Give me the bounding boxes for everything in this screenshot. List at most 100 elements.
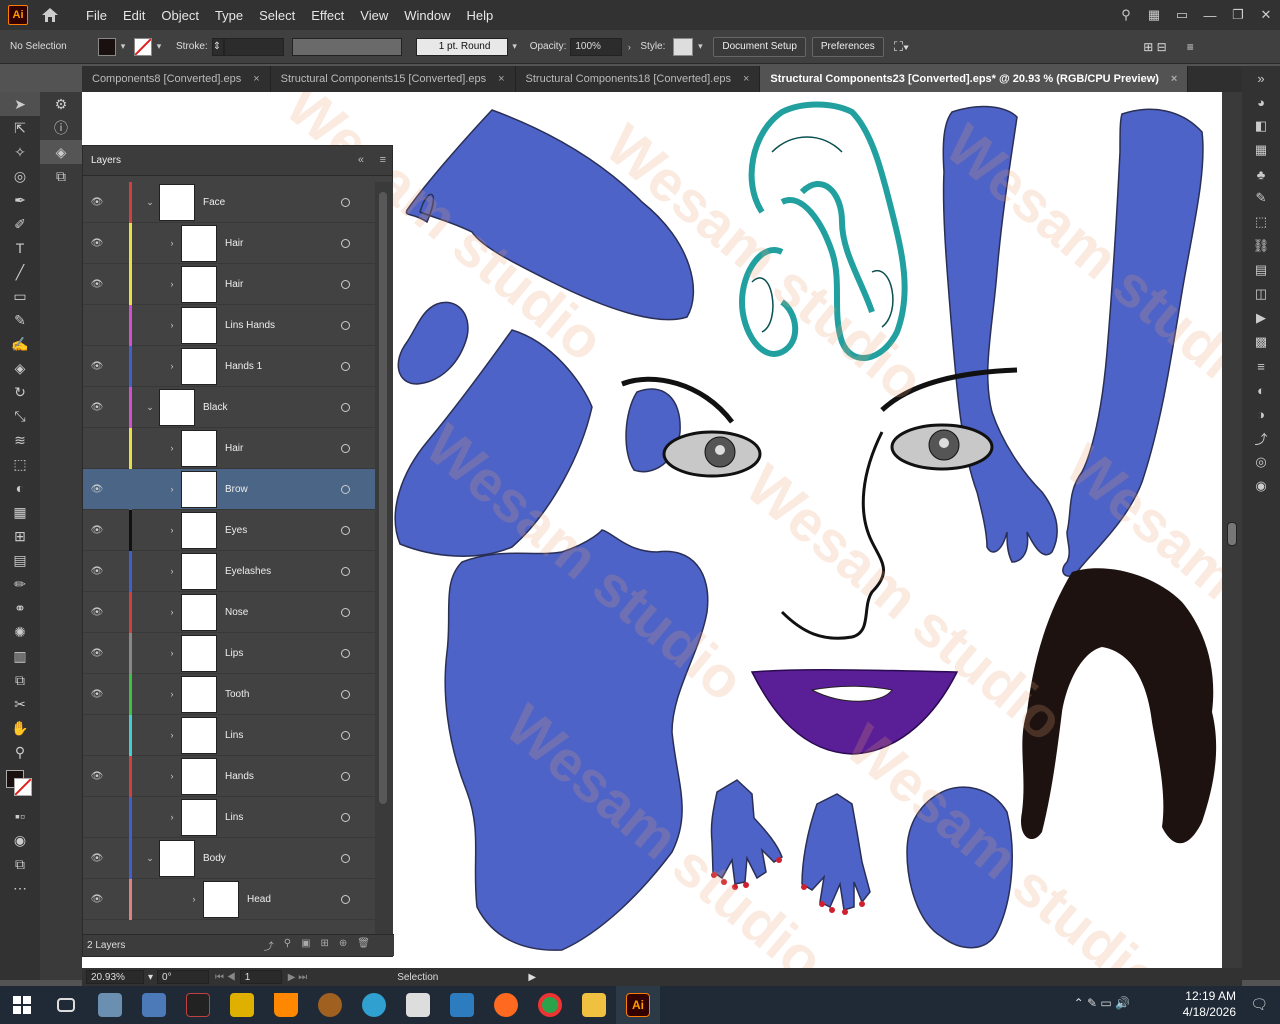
layer-row[interactable]: 👁 › Head: [83, 879, 375, 920]
expand-chevron-icon[interactable]: ›: [167, 648, 177, 658]
locate-object-icon[interactable]: ⚲: [284, 938, 291, 953]
layers-scroll-thumb[interactable]: [379, 192, 387, 804]
brush-dropdown[interactable]: ▾: [508, 38, 522, 56]
symbol-sprayer-icon[interactable]: ✺: [0, 620, 40, 644]
stroke-weight-input[interactable]: [223, 37, 284, 56]
stroke-color-icon[interactable]: [14, 778, 32, 796]
pen-tool-icon[interactable]: ✒: [0, 188, 40, 212]
column-graph-icon[interactable]: ▥: [0, 644, 40, 668]
graphic-style-swatch[interactable]: [673, 37, 694, 56]
image-trace-icon[interactable]: ◉: [1242, 474, 1280, 498]
close-window-button[interactable]: ✕: [1252, 7, 1280, 23]
next-artboard-icon[interactable]: ▶ ⏭: [288, 972, 307, 983]
menu-select[interactable]: Select: [251, 8, 303, 23]
app-icon-3[interactable]: [176, 986, 220, 1024]
close-tab-icon[interactable]: ×: [1171, 73, 1177, 85]
color-guide-icon[interactable]: ◧: [1242, 114, 1280, 138]
paintbrush-icon[interactable]: ✎: [0, 308, 40, 332]
layer-target-icon[interactable]: [341, 853, 350, 863]
eraser-icon[interactable]: ◈: [0, 356, 40, 380]
layer-row[interactable]: › Hair: [83, 428, 375, 469]
layer-row[interactable]: 👁 › Lips: [83, 633, 375, 674]
align-icon[interactable]: ⊞ ⊟: [1143, 40, 1166, 54]
blend-tool-icon[interactable]: ⚭: [0, 596, 40, 620]
layer-target-icon[interactable]: [341, 566, 350, 576]
layer-target-icon[interactable]: [341, 484, 350, 494]
app-icon-5[interactable]: [352, 986, 396, 1024]
asset-export-icon[interactable]: ⤴: [1242, 426, 1280, 450]
properties-icon[interactable]: ⚙: [40, 92, 82, 116]
style-dropdown[interactable]: ▾: [693, 38, 707, 56]
transform-icon[interactable]: ⬚: [1242, 210, 1280, 234]
visibility-eye-icon[interactable]: [91, 305, 103, 346]
perspective-grid-icon[interactable]: ▦: [0, 500, 40, 524]
layer-row[interactable]: › Lins: [83, 797, 375, 838]
rotate-tool-icon[interactable]: ↻: [0, 380, 40, 404]
scroll-thumb[interactable]: [1227, 522, 1237, 546]
expand-chevron-icon[interactable]: ›: [167, 607, 177, 617]
screen-mode-icon[interactable]: ⧉: [0, 852, 40, 876]
layers-scrollbar[interactable]: [375, 182, 393, 936]
visibility-eye-icon[interactable]: 👁: [91, 469, 104, 510]
collapse-chevron-icon[interactable]: ⌄: [145, 197, 155, 208]
visibility-eye-icon[interactable]: 👁: [91, 633, 104, 674]
home-icon[interactable]: [40, 5, 60, 25]
layer-row[interactable]: 👁 › Brow: [83, 469, 375, 510]
canvas-vertical-scrollbar[interactable]: [1222, 92, 1242, 968]
layer-target-icon[interactable]: [341, 648, 350, 658]
tab-components23[interactable]: Structural Components23 [Converted].eps*…: [760, 66, 1189, 92]
clipping-mask-icon[interactable]: ▣: [301, 938, 310, 953]
new-layer-icon[interactable]: ⊕: [339, 938, 347, 953]
menu-edit[interactable]: Edit: [115, 8, 153, 23]
workspace-icon[interactable]: ▭: [1168, 7, 1196, 23]
app-icon-7[interactable]: [440, 986, 484, 1024]
layer-row[interactable]: 👁 › Hair: [83, 223, 375, 264]
system-clock[interactable]: 12:19 AM 4/18/2026: [1183, 988, 1236, 1020]
delete-layer-icon[interactable]: 🗑: [357, 938, 370, 953]
curvature-tool-icon[interactable]: ✐: [0, 212, 40, 236]
expand-chevron-icon[interactable]: ›: [167, 689, 177, 699]
visibility-eye-icon[interactable]: 👁: [91, 592, 104, 633]
minimize-button[interactable]: —: [1196, 8, 1224, 23]
collapse-panel-icon[interactable]: «: [358, 154, 364, 166]
menu-object[interactable]: Object: [153, 8, 207, 23]
expand-chevron-icon[interactable]: ›: [167, 730, 177, 740]
visibility-eye-icon[interactable]: [91, 428, 103, 469]
layer-row[interactable]: 👁 › Eyes: [83, 510, 375, 551]
graphic-styles-icon[interactable]: ▩: [1242, 330, 1280, 354]
tray-icons[interactable]: ⌃ ✎ ▭ 🔊: [1074, 996, 1130, 1010]
visibility-eye-icon[interactable]: 👁: [91, 510, 104, 551]
tab-components18[interactable]: Structural Components18 [Converted].eps ×: [516, 66, 761, 92]
layer-target-icon[interactable]: [341, 730, 350, 740]
app-icon-4[interactable]: [308, 986, 352, 1024]
layer-row[interactable]: 👁 › Hands: [83, 756, 375, 797]
firefox-icon[interactable]: [484, 986, 528, 1024]
layer-target-icon[interactable]: [341, 812, 350, 822]
expand-dock-icon[interactable]: »: [1242, 66, 1280, 90]
hand-tool-icon[interactable]: ✋: [0, 716, 40, 740]
zoom-level[interactable]: 20.93%: [86, 970, 144, 984]
color-mode-icon[interactable]: ▪▫: [0, 804, 40, 828]
visibility-eye-icon[interactable]: 👁: [91, 182, 104, 223]
type-tool-icon[interactable]: T: [0, 236, 40, 260]
layer-row[interactable]: 👁 › Hands 1: [83, 346, 375, 387]
visibility-eye-icon[interactable]: [91, 797, 103, 838]
stroke-dropdown[interactable]: ▾: [152, 38, 166, 56]
zoom-dropdown-icon[interactable]: ▾: [148, 972, 153, 983]
pathfinder-icon[interactable]: ◫: [1242, 282, 1280, 306]
menu-type[interactable]: Type: [207, 8, 251, 23]
layer-target-icon[interactable]: [341, 771, 350, 781]
new-sublayer-icon[interactable]: ⊞: [321, 938, 329, 953]
expand-chevron-icon[interactable]: ›: [167, 279, 177, 289]
task-view-icon[interactable]: [44, 986, 88, 1024]
export-icon[interactable]: ⤴: [264, 938, 274, 953]
layer-row[interactable]: 👁 › Nose: [83, 592, 375, 633]
visibility-eye-icon[interactable]: 👁: [91, 879, 104, 920]
visibility-eye-icon[interactable]: 👁: [91, 387, 104, 428]
line-tool-icon[interactable]: ╱: [0, 260, 40, 284]
visibility-eye-icon[interactable]: 👁: [91, 346, 104, 387]
layer-target-icon[interactable]: [341, 443, 350, 453]
layer-row[interactable]: 👁 ⌄ Body: [83, 838, 375, 879]
panel-menu-icon[interactable]: ≡: [1187, 40, 1194, 54]
visibility-eye-icon[interactable]: 👁: [91, 551, 104, 592]
